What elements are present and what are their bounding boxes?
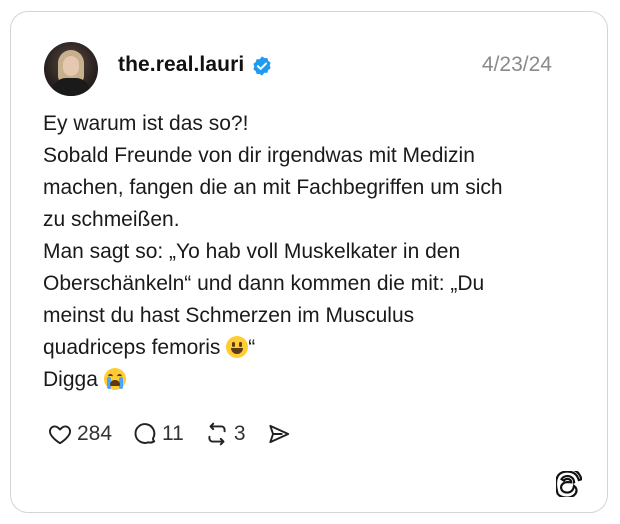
post-line: machen, fangen die an mit Fachbegriffen … — [43, 176, 503, 199]
like-button[interactable]: 284 — [47, 421, 112, 447]
post-line: Man sagt so: „Yo hab voll Muskelkater in… — [43, 240, 461, 263]
loudly-crying-face-emoji — [103, 368, 126, 390]
avatar[interactable] — [44, 42, 98, 96]
repost-count: 3 — [233, 422, 246, 445]
post-line-text: Digga — [43, 368, 104, 391]
verified-badge-icon — [253, 56, 271, 76]
share-button[interactable] — [266, 421, 292, 447]
repost-icon — [208, 422, 226, 446]
post-actions: 284 11 3 — [47, 419, 312, 449]
grinning-face-emoji — [226, 336, 249, 358]
post-date: 4/23/24 — [481, 53, 552, 76]
post-line-text: quadriceps femoris — [43, 336, 227, 359]
post-line: Sobald Freunde von dir irgendwas mit Med… — [43, 144, 475, 167]
post-line-with-emoji: quadriceps femoris “ — [43, 332, 583, 364]
post-line: zu schmeißen. — [43, 208, 180, 231]
username[interactable]: the.real.lauri — [118, 53, 244, 77]
like-count: 284 — [77, 422, 113, 445]
send-icon — [268, 424, 289, 444]
post-line-with-emoji: Digga — [43, 364, 583, 396]
threads-logo-icon[interactable] — [556, 471, 582, 497]
comment-bubble-icon — [134, 423, 156, 444]
repost-button[interactable]: 3 — [204, 421, 246, 447]
post-text: Ey warum ist das so?! Sobald Freunde von… — [43, 108, 583, 396]
comment-count: 11 — [162, 422, 184, 445]
heart-icon — [49, 425, 71, 445]
post-line: Ey warum ist das so?! — [43, 112, 249, 135]
comment-button[interactable]: 11 — [132, 421, 184, 447]
post-line: meinst du hast Schmerzen im Musculus — [43, 304, 415, 327]
post-line: Oberschänkeln“ und dann kommen die mit: … — [43, 272, 485, 295]
closing-quote: “ — [248, 336, 256, 359]
post-card: the.real.lauri 4/23/24 Ey warum ist das … — [10, 11, 608, 513]
